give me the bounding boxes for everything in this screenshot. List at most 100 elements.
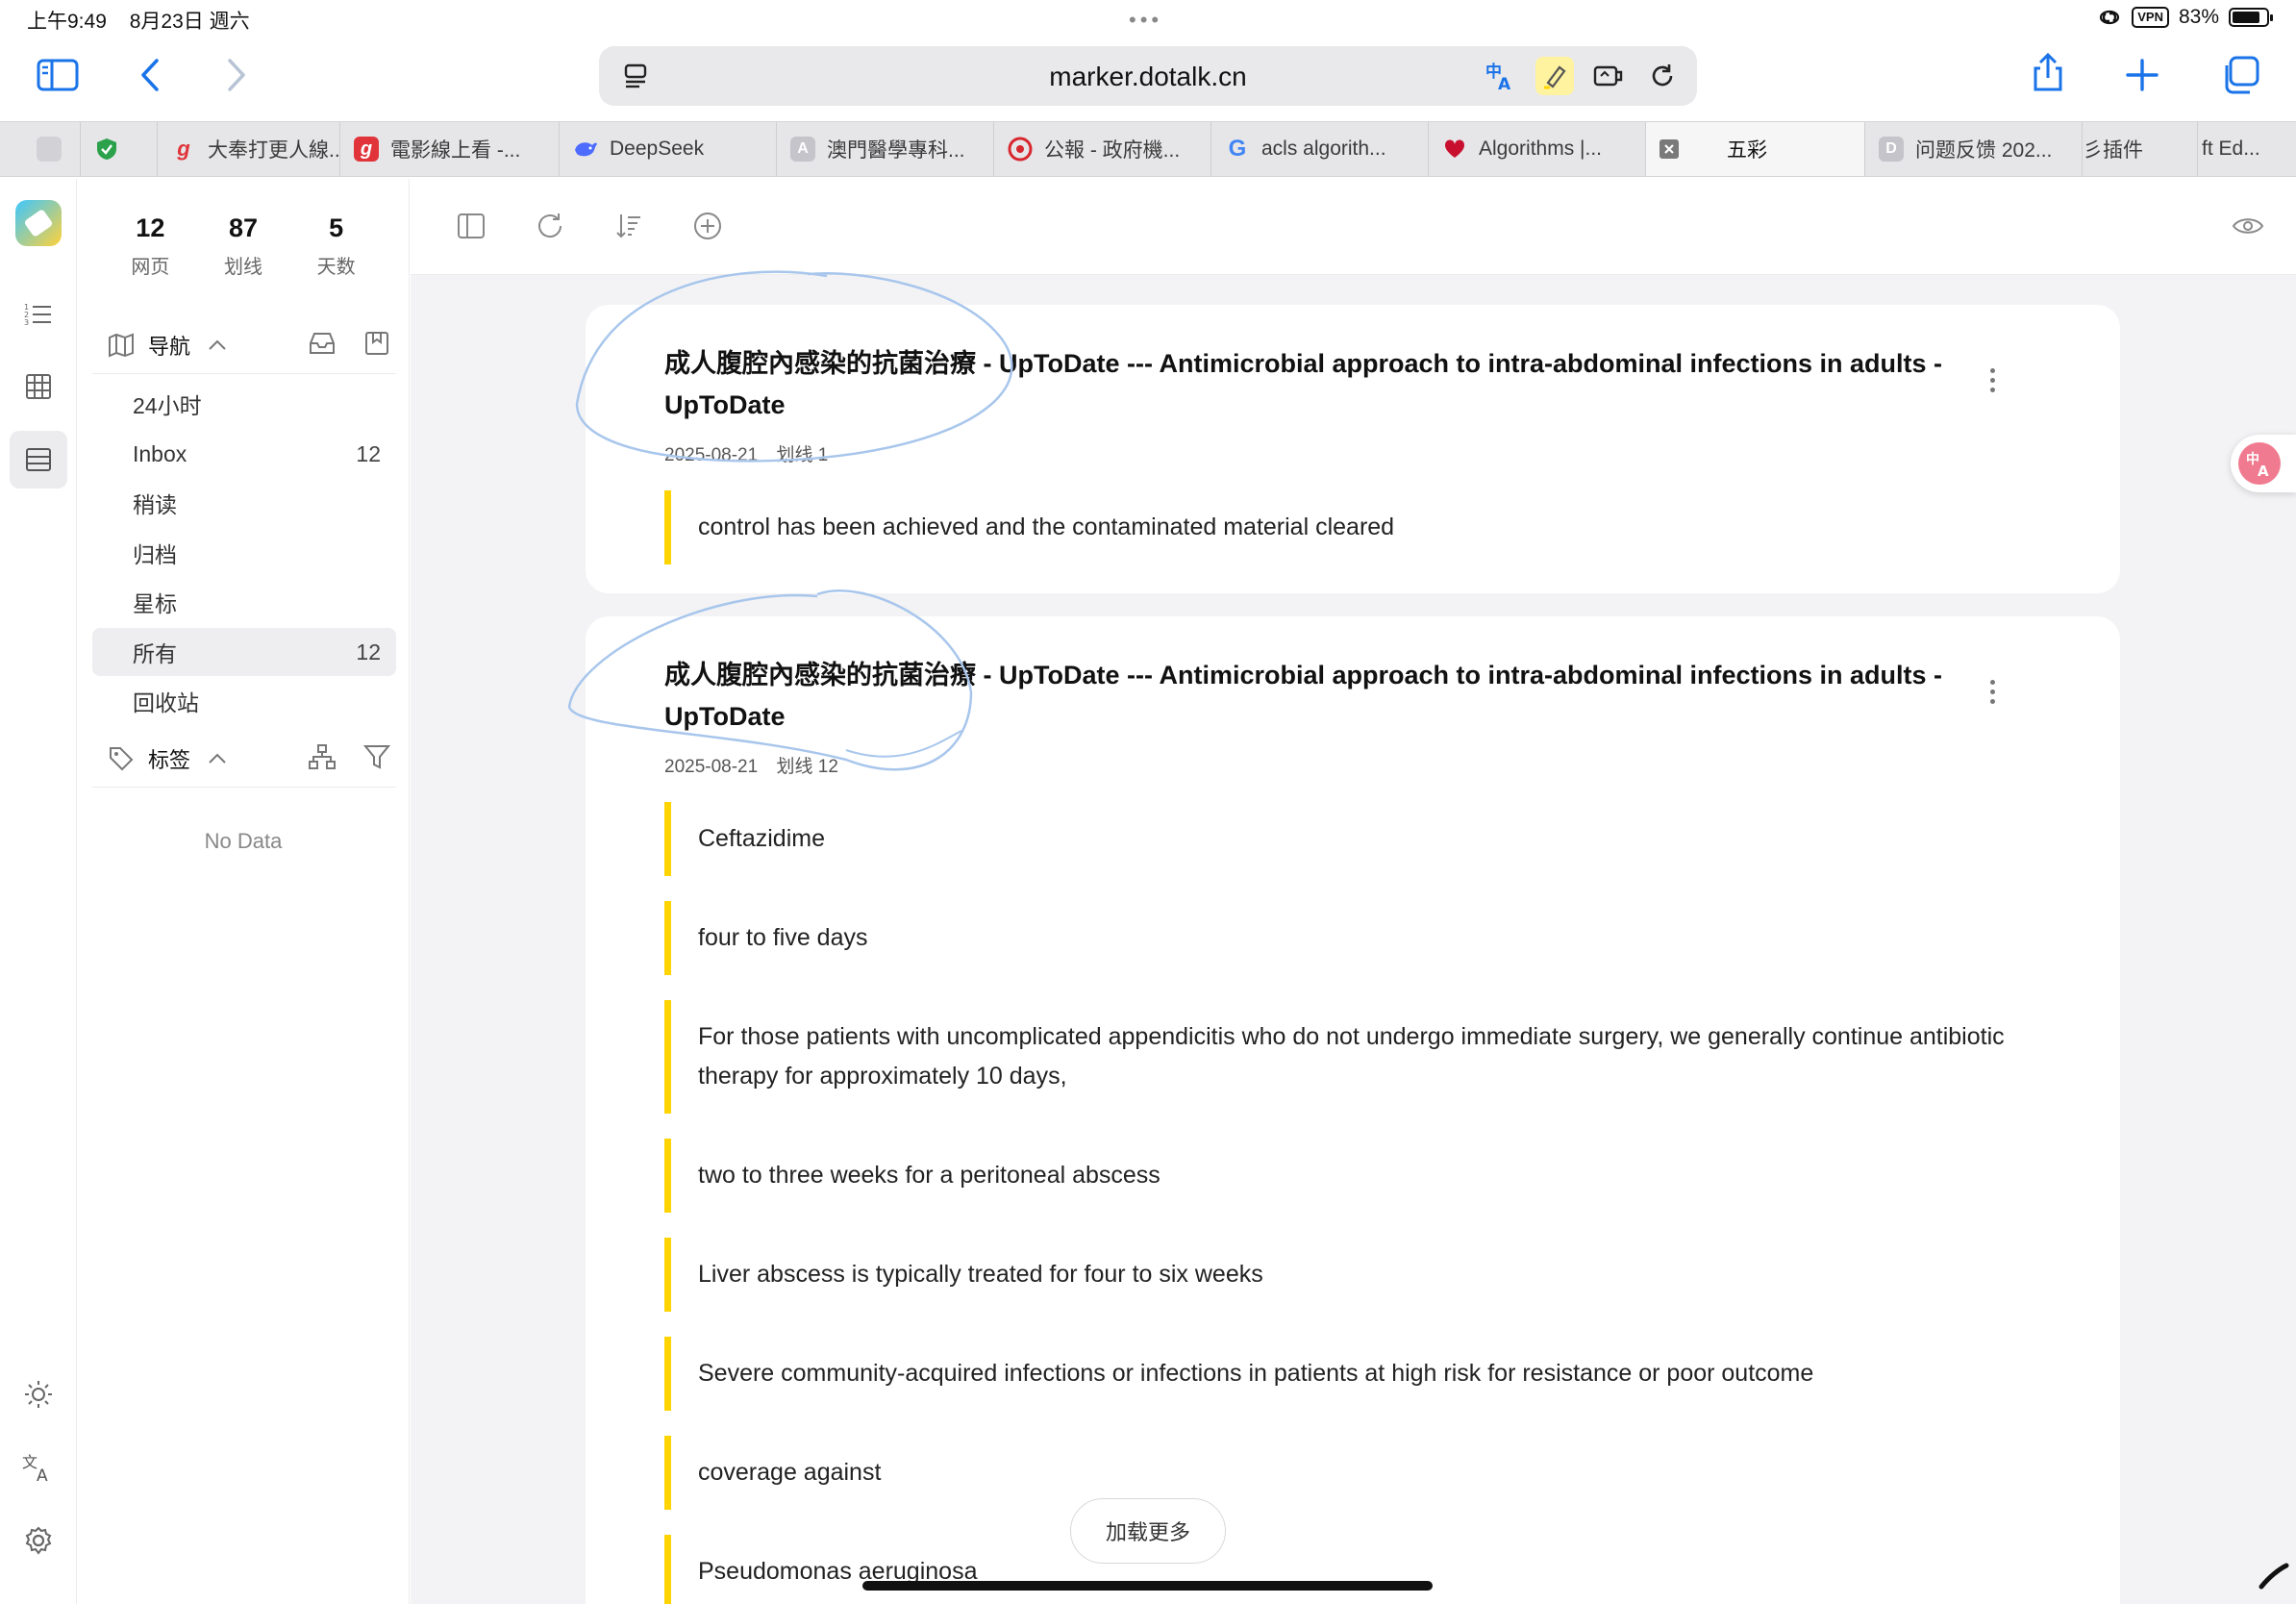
- bookmark-box-icon[interactable]: [363, 330, 390, 357]
- stats-row: 12 网页 87 划线 5 天数: [77, 213, 410, 279]
- tab-6[interactable]: G acls algorith...: [1211, 122, 1429, 176]
- tab-11[interactable]: ft Ed...: [2198, 122, 2296, 176]
- chevron-up-icon[interactable]: [208, 753, 227, 764]
- home-indicator[interactable]: [862, 1581, 1433, 1591]
- highlight-item[interactable]: Liver abscess is typically treated for f…: [664, 1238, 2024, 1312]
- tab-10[interactable]: 彡插件: [2083, 122, 2198, 176]
- tag-icon: [110, 746, 134, 770]
- tab-7[interactable]: Algorithms |...: [1429, 122, 1646, 176]
- load-more-button[interactable]: 加载更多: [1070, 1498, 1226, 1564]
- translate-icon[interactable]: 中A: [1482, 57, 1520, 95]
- shield-icon: [94, 137, 119, 162]
- nav-item-all[interactable]: 所有 12: [92, 628, 396, 676]
- nav-section-header[interactable]: 导航: [92, 316, 396, 374]
- highlight-count: 划线 12: [776, 757, 838, 777]
- highlight-count: 划线 1: [776, 445, 829, 465]
- tab-label: 彡插件: [2083, 139, 2143, 162]
- svg-text:3: 3: [24, 318, 29, 326]
- app-icon-rail: 123 文A: [0, 179, 77, 1604]
- content-toolbar: [411, 179, 2296, 275]
- tab-9[interactable]: D 问题反馈 202...: [1865, 122, 2083, 176]
- highlight-item[interactable]: Ceftazidime: [664, 802, 2024, 876]
- link-icon: [2100, 10, 2120, 25]
- floating-translate-button[interactable]: 中A: [2231, 435, 2296, 492]
- brightness-icon[interactable]: [10, 1366, 67, 1423]
- card-view-icon[interactable]: [10, 431, 67, 489]
- sidebar: 12 网页 87 划线 5 天数 导航 24小时 Inbox 12 稍读 归档 星…: [77, 179, 410, 1604]
- panel-toggle-icon[interactable]: [449, 204, 493, 248]
- nav-item-archive[interactable]: 归档: [92, 529, 396, 577]
- article-title[interactable]: 成人腹腔內感染的抗菌治療 - UpToDate --- Antimicrobia…: [664, 343, 1966, 426]
- more-options-icon[interactable]: [1978, 670, 2007, 713]
- article-date: 2025-08-21: [664, 757, 759, 777]
- forward-icon[interactable]: [210, 48, 263, 102]
- refresh-icon[interactable]: [528, 204, 572, 248]
- nav-item-inbox[interactable]: Inbox 12: [92, 430, 396, 478]
- tags-section-header[interactable]: 标签: [92, 730, 396, 788]
- chevron-up-icon[interactable]: [208, 339, 227, 351]
- reload-icon[interactable]: [1643, 57, 1682, 95]
- status-bar: 上午9:49 8月23日 週六 ••• VPN 83%: [0, 0, 2296, 38]
- article-card-2[interactable]: 成人腹腔內感染的抗菌治療 - UpToDate --- Antimicrobia…: [586, 616, 2120, 1604]
- tab-2[interactable]: g 電影線上看 -...: [340, 122, 560, 176]
- filter-icon[interactable]: [363, 743, 390, 770]
- svg-text:文: 文: [22, 1453, 37, 1471]
- close-icon[interactable]: [1660, 139, 1679, 159]
- google-icon: G: [1228, 136, 1247, 162]
- share-icon[interactable]: [2021, 46, 2075, 100]
- tab-label: 大奉打更人線...: [208, 139, 340, 162]
- new-tab-icon[interactable]: [2115, 48, 2169, 102]
- highlight-item[interactable]: four to five days: [664, 901, 2024, 975]
- nav-item-read-later[interactable]: 稍读: [92, 479, 396, 527]
- inbox-count: 12: [356, 440, 381, 466]
- tab-5[interactable]: 公報 - 政府機...: [994, 122, 1211, 176]
- nav-item-24h[interactable]: 24小时: [92, 380, 396, 428]
- tab-1[interactable]: g 大奉打更人線...: [158, 122, 340, 176]
- tab-pinned[interactable]: [23, 122, 81, 176]
- tab-0[interactable]: [81, 122, 158, 176]
- tab-3[interactable]: DeepSeek: [560, 122, 777, 176]
- stat-days: 5 天数: [316, 213, 356, 278]
- highlight-item[interactable]: control has been achieved and the contam…: [664, 490, 2024, 564]
- list-view-icon[interactable]: 123: [10, 285, 67, 342]
- tab-label: 電影線上看 -...: [390, 139, 521, 162]
- sort-icon[interactable]: [607, 204, 651, 248]
- language-icon[interactable]: 文A: [10, 1439, 67, 1496]
- article-title[interactable]: 成人腹腔內感染的抗菌治療 - UpToDate --- Antimicrobia…: [664, 655, 1966, 738]
- back-icon[interactable]: [123, 48, 177, 102]
- grid-view-icon[interactable]: [10, 358, 67, 415]
- more-options-icon[interactable]: [1978, 359, 2007, 401]
- add-circle-icon[interactable]: [686, 204, 730, 248]
- sidebar-toggle-icon[interactable]: [31, 48, 85, 102]
- highlight-item[interactable]: For those patients with uncomplicated ap…: [664, 1000, 2024, 1114]
- hierarchy-icon[interactable]: [308, 743, 337, 770]
- inbox-icon[interactable]: [308, 330, 337, 357]
- eye-icon[interactable]: [2226, 204, 2270, 248]
- stat-pages: 12 网页: [131, 213, 170, 278]
- settings-gear-icon[interactable]: [10, 1512, 67, 1569]
- multitasking-dots-icon[interactable]: •••: [1129, 8, 1162, 33]
- address-bar[interactable]: marker.dotalk.cn 中A: [599, 46, 1697, 106]
- main-content: 成人腹腔內感染的抗菌治療 - UpToDate --- Antimicrobia…: [411, 179, 2296, 1604]
- tab-label: DeepSeek: [610, 138, 705, 160]
- tags-section-title: 标签: [148, 747, 191, 772]
- tab-label: 公報 - 政府機...: [1044, 139, 1181, 162]
- nav-item-trash[interactable]: 回收站: [92, 677, 396, 725]
- status-time: 上午9:49: [27, 11, 107, 33]
- highlighter-icon[interactable]: [1535, 57, 1574, 95]
- highlight-item[interactable]: Pseudomonas aeruginosa: [664, 1535, 2024, 1604]
- nav-item-starred[interactable]: 星标: [92, 578, 396, 626]
- extension-icon[interactable]: [1589, 57, 1628, 95]
- tab-4[interactable]: A 澳門醫學專科...: [777, 122, 994, 176]
- tab-overview-icon[interactable]: [2213, 48, 2267, 102]
- article-card-1[interactable]: 成人腹腔內感染的抗菌治療 - UpToDate --- Antimicrobia…: [586, 305, 2120, 593]
- tab-label: 澳門醫學專科...: [827, 139, 965, 162]
- map-icon: [109, 333, 134, 358]
- highlight-item[interactable]: two to three weeks for a peritoneal absc…: [664, 1139, 2024, 1213]
- highlight-item[interactable]: coverage against: [664, 1436, 2024, 1510]
- tab-label: acls algorith...: [1261, 138, 1386, 160]
- highlight-item[interactable]: Severe community-acquired infections or …: [664, 1337, 2024, 1411]
- tab-8-active[interactable]: 五彩: [1646, 122, 1865, 176]
- article-meta: 2025-08-21 划线 12: [664, 752, 852, 778]
- tab-label: 五彩: [1727, 139, 1767, 162]
